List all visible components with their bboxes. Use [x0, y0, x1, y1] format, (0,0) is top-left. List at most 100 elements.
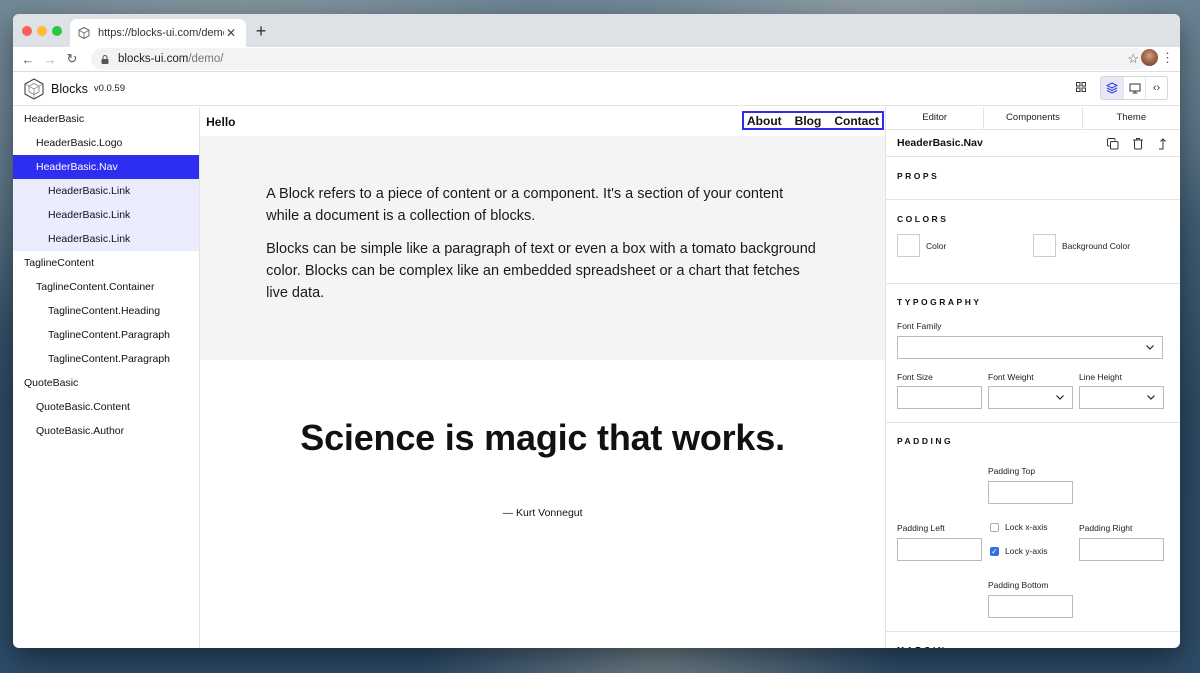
- bookmark-star-icon[interactable]: ☆: [1127, 51, 1139, 67]
- browser-window: https://blocks-ui.com/demo/ ✕ + ← → ↻ bl…: [13, 14, 1180, 648]
- tab-theme[interactable]: Theme: [1081, 107, 1180, 129]
- tagline-section[interactable]: A Block refers to a piece of content or …: [200, 136, 885, 360]
- padding-bottom-label: Padding Bottom: [988, 580, 1049, 590]
- code-icon[interactable]: ‹›: [1145, 77, 1167, 99]
- tagline-paragraph[interactable]: A Block refers to a piece of content or …: [266, 183, 819, 227]
- colors-title: COLORS: [897, 214, 949, 224]
- font-weight-control: Font Weight: [988, 372, 1073, 409]
- selected-block-bar: HeaderBasic.Nav: [886, 130, 1180, 157]
- font-size-input[interactable]: [897, 386, 982, 409]
- color-label: Color: [926, 240, 947, 251]
- margin-title: MARGIN: [897, 632, 1169, 648]
- selected-block-name: HeaderBasic.Nav: [897, 137, 983, 149]
- lock-x-checkbox[interactable]: Lock x-axis: [990, 522, 1048, 532]
- padding-top-control: Padding Top: [988, 466, 1073, 504]
- tree-item[interactable]: HeaderBasic.Nav: [13, 155, 200, 179]
- tab-components[interactable]: Components: [983, 107, 1081, 129]
- zoom-window-button[interactable]: [52, 26, 62, 36]
- padding-bottom-input[interactable]: [988, 595, 1073, 618]
- block-tree: HeaderBasic HeaderBasic.Logo HeaderBasic.N…: [13, 107, 201, 648]
- lock-y-box[interactable]: ✓: [990, 546, 999, 556]
- duplicate-icon[interactable]: [1105, 136, 1120, 151]
- tree-item[interactable]: HeaderBasic.Link: [13, 227, 200, 251]
- typography-row: Font Size Font Weight Line Height: [897, 372, 1169, 409]
- grid-icon[interactable]: [1070, 76, 1092, 98]
- font-family-label: Font Family: [897, 321, 942, 331]
- desktop-preview-icon[interactable]: [1123, 77, 1145, 99]
- padding-right-control: Padding Right: [1079, 523, 1164, 561]
- move-up-icon[interactable]: [1155, 136, 1170, 151]
- chevron-down-icon: [1147, 395, 1155, 400]
- blocks-favicon-icon: [78, 27, 90, 39]
- close-window-button[interactable]: [22, 26, 32, 36]
- font-size-label: Font Size: [897, 372, 933, 382]
- url-path: /demo/: [188, 53, 224, 65]
- tagline-paragraph[interactable]: Blocks can be simple like a paragraph of…: [266, 238, 819, 304]
- blocks-logo-icon: [24, 77, 44, 100]
- margin-section: MARGIN: [886, 632, 1180, 648]
- colors-section: COLORS Color Background Color: [886, 200, 1180, 284]
- url-bar[interactable]: blocks-ui.com/demo/ ☆: [91, 48, 1147, 70]
- tree-item[interactable]: TaglineContent.Container: [13, 275, 199, 299]
- tree-item[interactable]: TaglineContent.Heading: [13, 299, 199, 323]
- header-actions: ‹›: [1070, 76, 1168, 100]
- tree-item[interactable]: HeaderBasic: [13, 107, 199, 131]
- color-swatch[interactable]: [897, 234, 920, 257]
- forward-arrow-icon[interactable]: →: [39, 52, 61, 67]
- editor-panel: Editor Components Theme HeaderBasic.Nav: [886, 107, 1180, 648]
- background-color-swatch[interactable]: [1033, 234, 1056, 257]
- tree-item[interactable]: TaglineContent.Paragraph: [13, 347, 199, 371]
- app-version: v0.0.59: [93, 83, 125, 94]
- quote-author[interactable]: — Kurt Vonnegut: [200, 507, 885, 519]
- font-weight-label: Font Weight: [988, 372, 1034, 382]
- back-arrow-icon[interactable]: ←: [17, 52, 39, 67]
- props-section: PROPS: [886, 157, 1180, 200]
- quote-section[interactable]: Science is magic that works. — Kurt Vonn…: [200, 360, 885, 519]
- padding-top-input[interactable]: [988, 481, 1073, 504]
- layers-icon[interactable]: [1101, 77, 1123, 99]
- tree-item[interactable]: TaglineContent.Paragraph: [13, 323, 199, 347]
- nav-link-contact[interactable]: Contact: [834, 114, 879, 128]
- lock-x-box[interactable]: [990, 522, 999, 532]
- reload-icon[interactable]: ↻: [61, 51, 83, 67]
- tree-item[interactable]: QuoteBasic: [13, 371, 199, 395]
- preview-nav[interactable]: About Blog Contact: [742, 111, 884, 130]
- tree-item[interactable]: TaglineContent: [13, 251, 199, 275]
- quote-content[interactable]: Science is magic that works.: [200, 417, 885, 459]
- preview-header[interactable]: Hello About Blog Contact: [200, 107, 885, 136]
- preview-logo[interactable]: Hello: [206, 115, 235, 129]
- font-family-select[interactable]: [897, 336, 1163, 359]
- tab-bar: https://blocks-ui.com/demo/ ✕ +: [13, 14, 1180, 47]
- background-color-control: Background Color: [1033, 234, 1169, 257]
- nav-link-blog[interactable]: Blog: [795, 114, 822, 128]
- padding-top-label: Padding Top: [988, 466, 1036, 476]
- tab-close-icon[interactable]: ✕: [224, 26, 238, 40]
- app-header: Blocks v0.0.59 ‹›: [13, 72, 1180, 106]
- browser-menu-icon[interactable]: ⋮: [1161, 50, 1174, 66]
- tree-item[interactable]: QuoteBasic.Author: [13, 419, 199, 443]
- view-mode-toggle: ‹›: [1100, 76, 1168, 100]
- lock-y-checkbox[interactable]: ✓ Lock y-axis: [990, 546, 1048, 556]
- padding-left-input[interactable]: [897, 538, 982, 561]
- chevron-down-icon: [1056, 395, 1064, 400]
- tree-item[interactable]: HeaderBasic.Link: [13, 203, 200, 227]
- tree-item[interactable]: HeaderBasic.Logo: [13, 131, 199, 155]
- lock-x-label: Lock x-axis: [1005, 522, 1048, 532]
- tree-item[interactable]: QuoteBasic.Content: [13, 395, 199, 419]
- new-tab-icon[interactable]: +: [252, 21, 270, 41]
- editor-workspace: HeaderBasic HeaderBasic.Logo HeaderBasic.N…: [13, 107, 1180, 648]
- nav-link-about[interactable]: About: [747, 114, 782, 128]
- trash-icon[interactable]: [1130, 136, 1145, 151]
- minimize-window-button[interactable]: [37, 26, 47, 36]
- typography-title: TYPOGRAPHY: [897, 297, 982, 307]
- padding-bottom-control: Padding Bottom: [988, 580, 1073, 618]
- profile-avatar[interactable]: [1141, 49, 1158, 66]
- tab-title: https://blocks-ui.com/demo/: [98, 27, 224, 39]
- tree-item[interactable]: HeaderBasic.Link: [13, 179, 200, 203]
- padding-right-input[interactable]: [1079, 538, 1164, 561]
- browser-tab[interactable]: https://blocks-ui.com/demo/ ✕: [70, 19, 246, 47]
- tab-editor[interactable]: Editor: [886, 107, 983, 129]
- background-color-label: Background Color: [1062, 240, 1131, 251]
- font-weight-select[interactable]: [988, 386, 1073, 409]
- line-height-select[interactable]: [1079, 386, 1164, 409]
